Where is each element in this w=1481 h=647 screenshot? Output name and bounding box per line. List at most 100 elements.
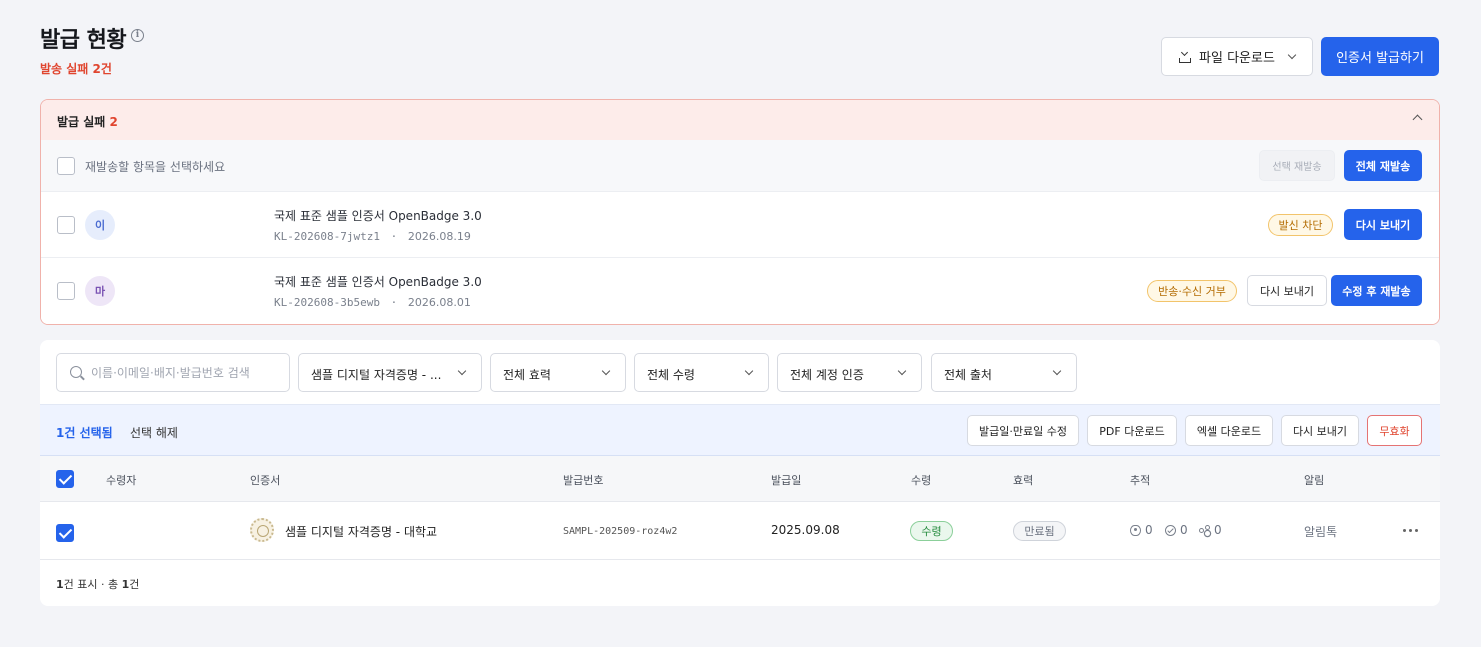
fail-summary: 발송 실패 2건 bbox=[40, 62, 112, 76]
selected-resend-button[interactable]: 선택 재발송 bbox=[1259, 150, 1335, 181]
select-all-checkbox[interactable] bbox=[56, 470, 74, 488]
chevron-down-icon bbox=[1287, 50, 1297, 59]
col-issue-no: 발급번호 bbox=[563, 474, 604, 487]
issue-certificate-button[interactable]: 인증서 발급하기 bbox=[1321, 37, 1439, 76]
search-input[interactable] bbox=[91, 354, 281, 391]
resend-button[interactable]: 다시 보내기 bbox=[1344, 209, 1422, 240]
eye-icon bbox=[1130, 524, 1141, 536]
source-filter-dropdown[interactable]: 전체 출처 bbox=[931, 353, 1077, 392]
table-header: 수령자 인증서 발급번호 발급일 수령 효력 추적 알림 bbox=[40, 456, 1440, 502]
certificate-seal-icon bbox=[250, 518, 274, 542]
cert-date: 2026.08.01 bbox=[407, 296, 471, 309]
col-notification: 알림 bbox=[1304, 474, 1325, 487]
resend-all-button[interactable]: 전체 재발송 bbox=[1344, 150, 1422, 181]
views-stat: 0 bbox=[1130, 523, 1153, 537]
selected-count: 1건 선택됨 bbox=[56, 426, 113, 440]
revoke-button[interactable]: 무효화 bbox=[1367, 415, 1422, 446]
fail-panel-title: 발급 실패 2 bbox=[57, 113, 118, 130]
validity-filter-dropdown[interactable]: 전체 효력 bbox=[490, 353, 626, 392]
search-icon bbox=[70, 366, 82, 378]
received-badge: 수령 bbox=[910, 521, 953, 541]
certificate-cell[interactable]: 샘플 디지털 자격증명 - 대학교 bbox=[285, 523, 437, 540]
verifications-count: 0 bbox=[1180, 523, 1188, 537]
shares-count: 0 bbox=[1214, 523, 1222, 537]
row-checkbox[interactable] bbox=[57, 216, 75, 234]
dropdown-label: 샘플 디지털 자격증명 - ... bbox=[311, 368, 442, 382]
verified-icon bbox=[1165, 524, 1176, 536]
validity-badge: 만료됨 bbox=[1013, 521, 1066, 541]
chevron-down-icon bbox=[601, 366, 611, 376]
share-icon bbox=[1199, 524, 1210, 536]
fail-panel: 발급 실패 2 재발송할 항목을 선택하세요 선택 재발송 전체 재발송 이 국… bbox=[40, 99, 1440, 325]
col-recipient: 수령자 bbox=[106, 474, 137, 487]
certificate-filter-dropdown[interactable]: 샘플 디지털 자격증명 - ... bbox=[298, 353, 482, 392]
footer-text: 건 표시 · 총 bbox=[63, 578, 122, 591]
col-received: 수령 bbox=[911, 474, 932, 487]
fail-title-text: 발급 실패 bbox=[57, 115, 106, 129]
pdf-download-button[interactable]: PDF 다운로드 bbox=[1087, 415, 1177, 446]
avatar: 이 bbox=[85, 210, 115, 240]
cert-meta: KL-202608-3b5ewb · 2026.08.01 bbox=[274, 296, 471, 309]
more-options-icon[interactable] bbox=[1403, 529, 1418, 532]
meta-separator: · bbox=[390, 296, 398, 309]
row-checkbox[interactable] bbox=[56, 524, 74, 542]
chevron-down-icon bbox=[1052, 366, 1062, 376]
clear-selection-link[interactable]: 선택 해제 bbox=[130, 424, 178, 441]
verifications-stat: 0 bbox=[1165, 523, 1188, 537]
select-prompt: 재발송할 항목을 선택하세요 bbox=[85, 160, 226, 174]
issue-no-cell: SAMPL-202509-roz4w2 bbox=[563, 526, 678, 537]
edit-dates-button[interactable]: 발급일·만료일 수정 bbox=[967, 415, 1079, 446]
dropdown-label: 전체 효력 bbox=[503, 368, 551, 382]
selection-bar: 1건 선택됨 선택 해제 발급일·만료일 수정 PDF 다운로드 엑셀 다운로드… bbox=[40, 404, 1440, 456]
dropdown-label: 전체 출처 bbox=[944, 368, 992, 382]
table-footer-count: 1건 표시 · 총 1건 bbox=[56, 576, 139, 592]
views-count: 0 bbox=[1145, 523, 1153, 537]
excel-download-button[interactable]: 엑셀 다운로드 bbox=[1185, 415, 1273, 446]
account-verification-filter-dropdown[interactable]: 전체 계정 인증 bbox=[777, 353, 922, 392]
fail-select-row: 재발송할 항목을 선택하세요 선택 재발송 전체 재발송 bbox=[41, 140, 1439, 192]
received-filter-dropdown[interactable]: 전체 수령 bbox=[634, 353, 769, 392]
col-issue-date: 발급일 bbox=[771, 474, 802, 487]
col-validity: 효력 bbox=[1013, 474, 1034, 487]
footer-suffix: 건 bbox=[129, 578, 140, 591]
download-icon bbox=[1179, 51, 1192, 63]
fail-count: 2 bbox=[109, 115, 118, 129]
edit-and-resend-button[interactable]: 수정 후 재발송 bbox=[1331, 275, 1422, 306]
avatar: 마 bbox=[85, 276, 115, 306]
chevron-up-icon[interactable] bbox=[1412, 114, 1423, 125]
shown-count: 1 bbox=[56, 578, 64, 591]
file-download-button[interactable]: 파일 다운로드 bbox=[1161, 37, 1313, 76]
cert-name: 국제 표준 샘플 인증서 OpenBadge 3.0 bbox=[274, 209, 482, 223]
resend-selected-button[interactable]: 다시 보내기 bbox=[1281, 415, 1359, 446]
row-checkbox[interactable] bbox=[57, 282, 75, 300]
issuance-table-card: 샘플 디지털 자격증명 - ... 전체 효력 전체 수령 전체 계정 인증 전… bbox=[40, 340, 1440, 606]
cert-code: KL-202608-3b5ewb bbox=[274, 296, 380, 309]
chevron-down-icon bbox=[457, 366, 467, 376]
shares-stat: 0 bbox=[1199, 523, 1222, 537]
chevron-down-icon bbox=[897, 366, 907, 376]
col-certificate: 인증서 bbox=[250, 474, 281, 487]
cert-meta: KL-202608-7jwtz1 · 2026.08.19 bbox=[274, 230, 471, 243]
status-badge: 발신 차단 bbox=[1268, 214, 1333, 236]
page-title: 발급 현황 bbox=[40, 28, 127, 53]
resend-button[interactable]: 다시 보내기 bbox=[1247, 275, 1327, 306]
select-all-failed-checkbox[interactable] bbox=[57, 157, 75, 175]
notification-cell: 알림톡 bbox=[1304, 525, 1338, 539]
dropdown-label: 전체 수령 bbox=[647, 368, 695, 382]
meta-separator: · bbox=[390, 230, 398, 243]
fail-panel-header[interactable]: 발급 실패 2 bbox=[41, 100, 1439, 140]
issue-date-cell: 2025.09.08 bbox=[771, 523, 840, 537]
search-box bbox=[56, 353, 290, 392]
info-icon[interactable]: i bbox=[131, 29, 144, 42]
dropdown-label: 전체 계정 인증 bbox=[790, 368, 864, 382]
col-tracking: 추적 bbox=[1130, 474, 1151, 487]
cert-code: KL-202608-7jwtz1 bbox=[274, 230, 380, 243]
fail-row: 이 국제 표준 샘플 인증서 OpenBadge 3.0 KL-202608-7… bbox=[41, 192, 1439, 258]
chevron-down-icon bbox=[744, 366, 754, 376]
cert-name: 국제 표준 샘플 인증서 OpenBadge 3.0 bbox=[274, 275, 482, 289]
status-badge: 반송·수신 거부 bbox=[1147, 280, 1237, 302]
cert-date: 2026.08.19 bbox=[407, 230, 471, 243]
file-download-label: 파일 다운로드 bbox=[1199, 51, 1275, 66]
table-row[interactable]: 샘플 디지털 자격증명 - 대학교 SAMPL-202509-roz4w2 20… bbox=[40, 502, 1440, 560]
fail-row: 마 국제 표준 샘플 인증서 OpenBadge 3.0 KL-202608-3… bbox=[41, 258, 1439, 324]
